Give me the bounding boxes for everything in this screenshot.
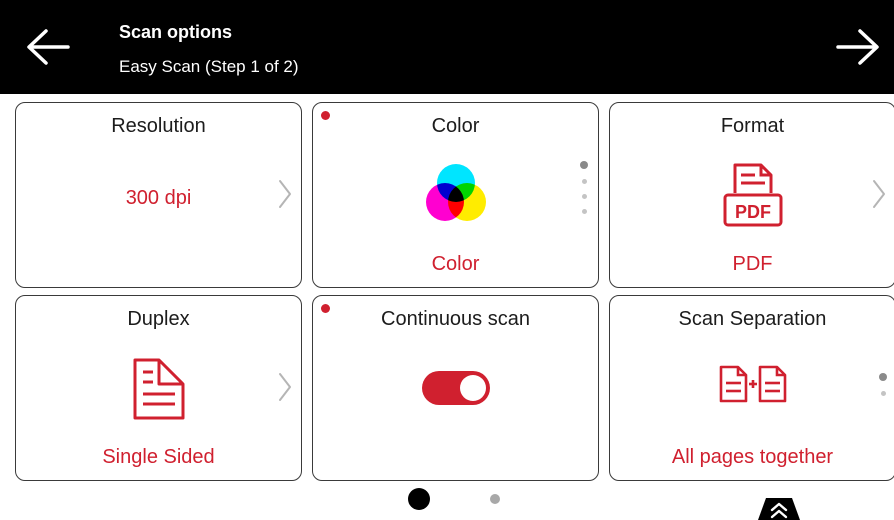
scan-separation-page-indicator [879,373,887,396]
page-dot [581,194,587,199]
format-label: Format [720,115,785,137]
page-dot [581,179,587,184]
color-label: Color [431,115,480,137]
continuous-scan-label: Continuous scan [381,308,530,330]
continuous-scan-tile[interactable]: Continuous scan [312,295,599,481]
color-value: Color [431,253,480,275]
color-circles-icon [425,164,486,221]
color-tile[interactable]: Color Color [312,102,599,288]
arrow-left-icon [27,29,70,65]
page-dot-inactive[interactable] [490,494,500,504]
page-subtitle: Easy Scan (Step 1 of 2) [119,57,299,76]
page-dot [879,373,887,381]
single-sided-document-icon [133,358,184,420]
resolution-label: Resolution [111,115,206,137]
resolution-value: 300 dpi [125,187,192,209]
color-page-indicator [580,161,588,214]
duplex-label: Duplex [127,308,190,330]
page-dot-active[interactable] [408,488,430,510]
svg-text:PDF: PDF [735,202,771,222]
resolution-tile[interactable]: Resolution 300 dpi [15,102,302,288]
toggle-knob [459,375,486,401]
format-tile[interactable]: Format PDF PDF [609,102,894,288]
chevron-right-icon [279,180,291,208]
documents-merge-icon [719,365,786,403]
page-dot [581,209,587,214]
double-chevron-up-icon [758,498,800,520]
page-dot [580,161,588,169]
header-bar: Scan options Easy Scan (Step 1 of 2) [0,0,894,94]
scan-separation-tile[interactable]: Scan Separation All pages together [609,295,894,481]
scan-separation-label: Scan Separation [678,308,827,330]
format-value: PDF [732,253,773,275]
duplex-value: Single Sided [102,446,215,468]
page-dot [880,391,886,396]
page-title: Scan options [119,22,233,42]
chevron-right-icon [279,373,291,401]
chevron-right-icon [873,180,885,208]
next-button[interactable] [834,22,884,72]
scan-separation-value: All pages together [671,446,834,468]
expand-panel-button[interactable] [752,496,806,520]
duplex-tile[interactable]: Duplex Single Sided [15,295,302,481]
arrow-right-icon [836,29,879,65]
pdf-document-icon: PDF [723,163,782,227]
toggle-track [421,371,490,405]
back-button[interactable] [22,22,72,72]
continuous-scan-toggle[interactable] [421,371,490,405]
